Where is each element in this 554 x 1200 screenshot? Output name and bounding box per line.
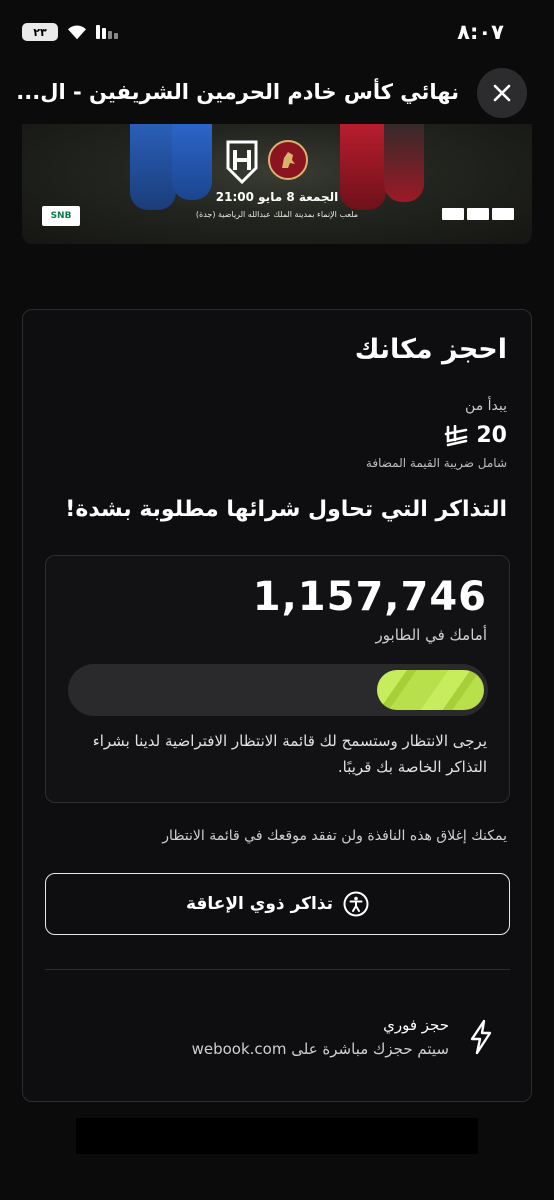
battery-level: ٢٣ [33, 25, 47, 39]
divider [45, 969, 510, 970]
booking-title: احجز مكانك [354, 334, 507, 365]
signal-icon [96, 25, 118, 39]
queue-progress-fill [377, 670, 484, 710]
queue-progress-bar [68, 664, 488, 716]
price: 20 [444, 423, 507, 448]
price-value: 20 [476, 423, 507, 448]
status-bar: ٢٣ ٨:٠٧ [0, 0, 554, 62]
queue-position: 1,157,746 [252, 574, 487, 620]
al-hilal-logo [226, 140, 258, 184]
snb-logo: SNB [42, 206, 80, 226]
queue-position-label: أمامك في الطابور [375, 626, 487, 644]
sponsor-logos [442, 208, 514, 220]
sponsor-logo [467, 208, 489, 220]
event-banner: الجمعة 8 مايو 21:00 ملعب الإنماء بمدينة … [22, 124, 532, 244]
status-time: ٨:٠٧ [457, 20, 504, 44]
page-header: نهائي كأس خادم الحرمين الشريفين - ال... [0, 62, 554, 124]
vat-note: شامل ضريبة القيمة المضافة [365, 456, 507, 470]
player-image [172, 124, 212, 200]
horse-icon [282, 152, 295, 168]
close-icon [493, 84, 511, 102]
riyal-icon [445, 424, 468, 446]
booking-card: احجز مكانك يبدأ من 20 شامل ضريبة القيمة … [22, 309, 532, 1102]
sponsor-logo [442, 208, 464, 220]
accessible-tickets-label: تذاكر ذوي الإعاقة [185, 894, 334, 914]
accessibility-icon [343, 891, 369, 917]
close-button[interactable] [477, 68, 527, 118]
sponsor-logo [492, 208, 514, 220]
status-icons: ٢٣ [22, 23, 118, 41]
wifi-icon [68, 25, 86, 40]
battery-icon: ٢٣ [22, 23, 58, 41]
instant-booking: حجز فوري سيتم حجزك مباشرة على webook.com [192, 1016, 495, 1058]
al-kholood-logo [268, 140, 308, 180]
queue-box: 1,157,746 أمامك في الطابور يرجى الانتظار… [45, 555, 510, 803]
instant-booking-text: حجز فوري سيتم حجزك مباشرة على webook.com [192, 1016, 449, 1058]
queue-message: يرجى الانتظار وستسمح لك قائمة الانتظار ا… [92, 732, 487, 776]
page-title: نهائي كأس خادم الحرمين الشريفين - ال... [16, 80, 459, 104]
instant-booking-description: سيتم حجزك مباشرة على webook.com [191, 1040, 449, 1058]
accessible-tickets-button[interactable]: تذاكر ذوي الإعاقة [45, 873, 510, 935]
match-date: الجمعة 8 مايو 21:00 [215, 190, 339, 204]
starts-from-label: يبدأ من [465, 398, 507, 414]
lightning-icon [470, 1019, 492, 1055]
close-window-note: يمكنك إغلاق هذه النافذة ولن تفقد موقعك ف… [162, 828, 507, 844]
high-demand-heading: التذاكر التي تحاول شرائها مطلوبة بشدة! [65, 497, 507, 522]
instant-booking-title: حجز فوري [383, 1016, 449, 1034]
bottom-bar [76, 1118, 478, 1154]
